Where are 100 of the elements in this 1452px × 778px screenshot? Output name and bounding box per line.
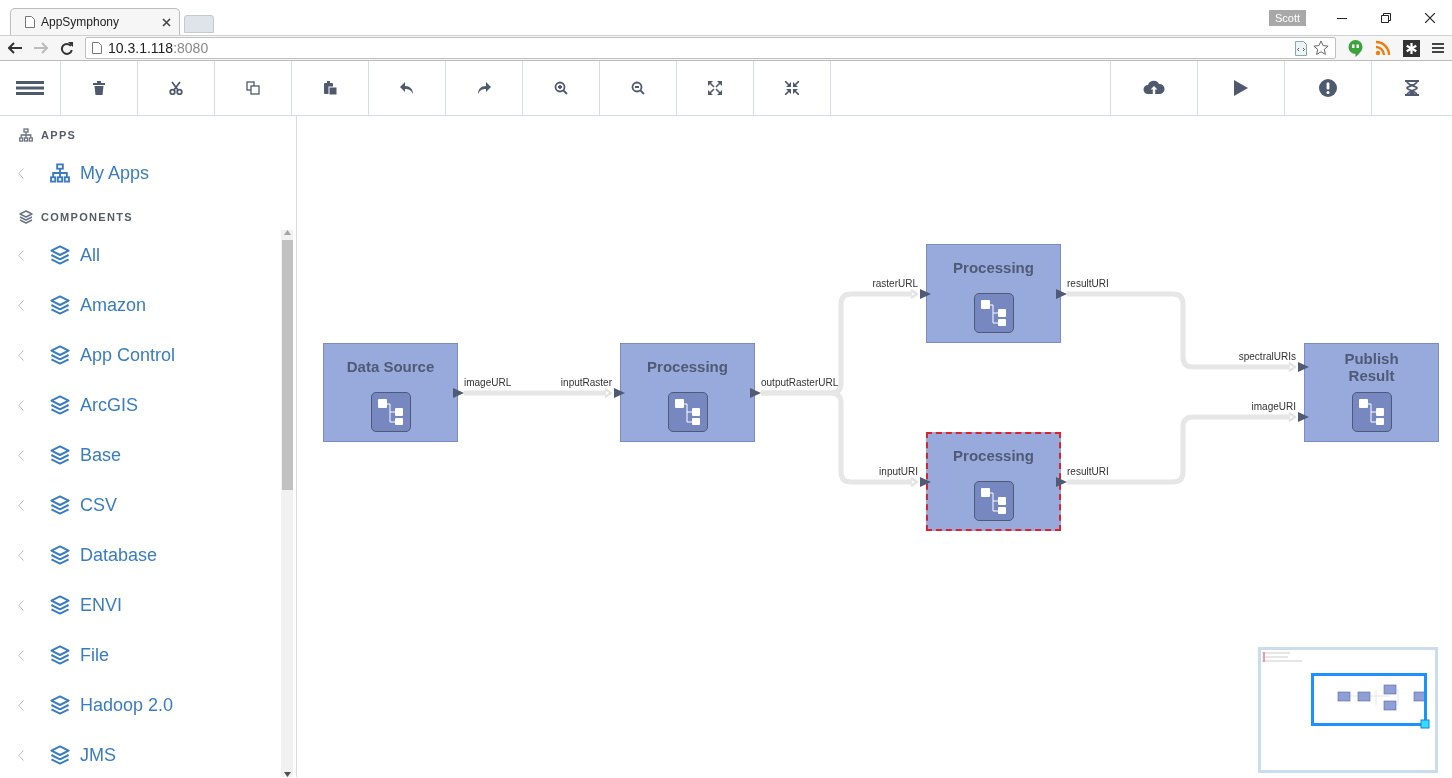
close-icon[interactable] [1425, 13, 1435, 23]
sidebar-item[interactable]: JMS [0, 730, 281, 777]
port-label: resultURI [1067, 278, 1109, 289]
chevron-left-icon [18, 499, 24, 511]
menu-icon[interactable] [16, 80, 44, 96]
layers-icon [50, 245, 70, 265]
compress-icon [785, 81, 799, 95]
scissors-icon [169, 81, 183, 95]
chevron-left-icon [18, 549, 24, 561]
layers-icon [19, 210, 33, 224]
sidebar-item[interactable]: App Control [0, 330, 281, 380]
sidebar-item[interactable]: All [0, 230, 281, 280]
copy-icon [246, 81, 260, 95]
back-icon[interactable] [8, 42, 22, 54]
page-icon [25, 16, 35, 28]
scroll-down-icon[interactable] [283, 772, 291, 777]
port-label: imageURI [1251, 401, 1296, 412]
sidebar-item[interactable]: Base [0, 430, 281, 480]
rss-icon[interactable] [1375, 40, 1391, 56]
sidebar-item[interactable]: ArcGIS [0, 380, 281, 430]
sidebar-item[interactable]: Amazon [0, 280, 281, 330]
menu-icon[interactable] [1432, 42, 1444, 54]
process-node[interactable]: Data Source [323, 343, 458, 442]
chevron-left-icon [18, 449, 24, 461]
port-label: resultURI [1067, 466, 1109, 477]
sidebar-item[interactable]: CSV [0, 480, 281, 530]
paste-icon [323, 81, 337, 95]
page-icon [92, 42, 102, 54]
expand-icon [708, 81, 722, 95]
port-icon[interactable] [920, 289, 931, 299]
redo-icon [477, 82, 491, 94]
layers-icon [50, 545, 70, 565]
zoom-out-icon [631, 81, 645, 95]
layers-icon [50, 295, 70, 315]
sidebar-item[interactable]: Hadoop 2.0 [0, 680, 281, 730]
cloud-upload-icon [1143, 80, 1165, 96]
flowchart-icon [973, 293, 1014, 333]
zoom-in-icon [554, 81, 568, 95]
port-icon[interactable] [1298, 412, 1309, 422]
chevron-left-icon [18, 167, 24, 179]
minimap-drawing[interactable] [1258, 647, 1438, 773]
star-icon[interactable] [1313, 40, 1329, 56]
profile-badge[interactable]: Scott [1268, 10, 1306, 26]
port-icon[interactable] [1056, 289, 1067, 299]
sitemap-icon [50, 163, 70, 183]
play-icon [1234, 80, 1248, 96]
exclamation-icon [1319, 79, 1337, 97]
trash-icon [93, 81, 105, 95]
layers-icon [50, 695, 70, 715]
port-label: spectralURIs [1238, 351, 1296, 362]
document-code-icon[interactable] [1295, 40, 1307, 56]
node-title: Publish Result [1343, 349, 1400, 384]
hourglass-icon [1405, 80, 1419, 96]
port-icon[interactable] [1056, 477, 1067, 487]
chevron-left-icon [18, 299, 24, 311]
url-text: 10.3.1.118:8080 [108, 40, 210, 56]
chevron-left-icon [18, 349, 24, 361]
chevron-left-icon [18, 599, 24, 611]
port-icon[interactable] [1298, 362, 1309, 372]
sidebar-item[interactable]: ENVI [0, 580, 281, 630]
process-node[interactable]: Processing [926, 432, 1061, 531]
layers-icon [50, 745, 70, 765]
process-node[interactable]: Publish Result [1304, 343, 1439, 442]
layers-icon [50, 395, 70, 415]
chevron-left-icon [18, 699, 24, 711]
port-icon[interactable] [614, 388, 625, 398]
chevron-left-icon [18, 749, 24, 761]
node-title: Data Source [345, 358, 436, 375]
port-icon[interactable] [750, 388, 761, 398]
sidebar-item[interactable]: My Apps [0, 148, 296, 198]
port-label: inputRaster [560, 377, 612, 388]
flowchart-icon [667, 392, 708, 432]
reload-icon[interactable] [60, 41, 73, 55]
port-icon[interactable] [920, 477, 931, 487]
sidebar-item[interactable]: Database [0, 530, 281, 580]
asterisk-icon[interactable] [1403, 39, 1420, 57]
chevron-left-icon [18, 399, 24, 411]
address-bar[interactable]: 10.3.1.118:8080 [85, 37, 1336, 59]
node-title: Processing [952, 447, 1035, 464]
scrollbar[interactable] [281, 230, 293, 777]
flowchart-icon [370, 392, 411, 432]
layers-icon [50, 645, 70, 665]
speech-bubble-icon[interactable] [1348, 39, 1363, 57]
restore-icon[interactable] [1381, 13, 1391, 23]
port-label: rasterURL [872, 278, 918, 289]
browser-tab[interactable]: AppSymphony [10, 8, 180, 35]
layers-icon [50, 495, 70, 515]
sitemap-icon [19, 128, 33, 142]
layers-icon [50, 345, 70, 365]
sidebar-item[interactable]: File [0, 630, 281, 680]
port-label: imageURL [464, 377, 512, 388]
flowchart-icon [1351, 392, 1392, 432]
layers-icon [50, 595, 70, 615]
close-icon[interactable] [162, 17, 171, 27]
section-heading: APPS [41, 129, 77, 141]
flowchart-icon [973, 481, 1014, 521]
node-title: Processing [952, 259, 1035, 276]
process-node[interactable]: Processing [620, 343, 755, 442]
process-node[interactable]: Processing [926, 244, 1061, 343]
port-icon[interactable] [453, 388, 464, 398]
